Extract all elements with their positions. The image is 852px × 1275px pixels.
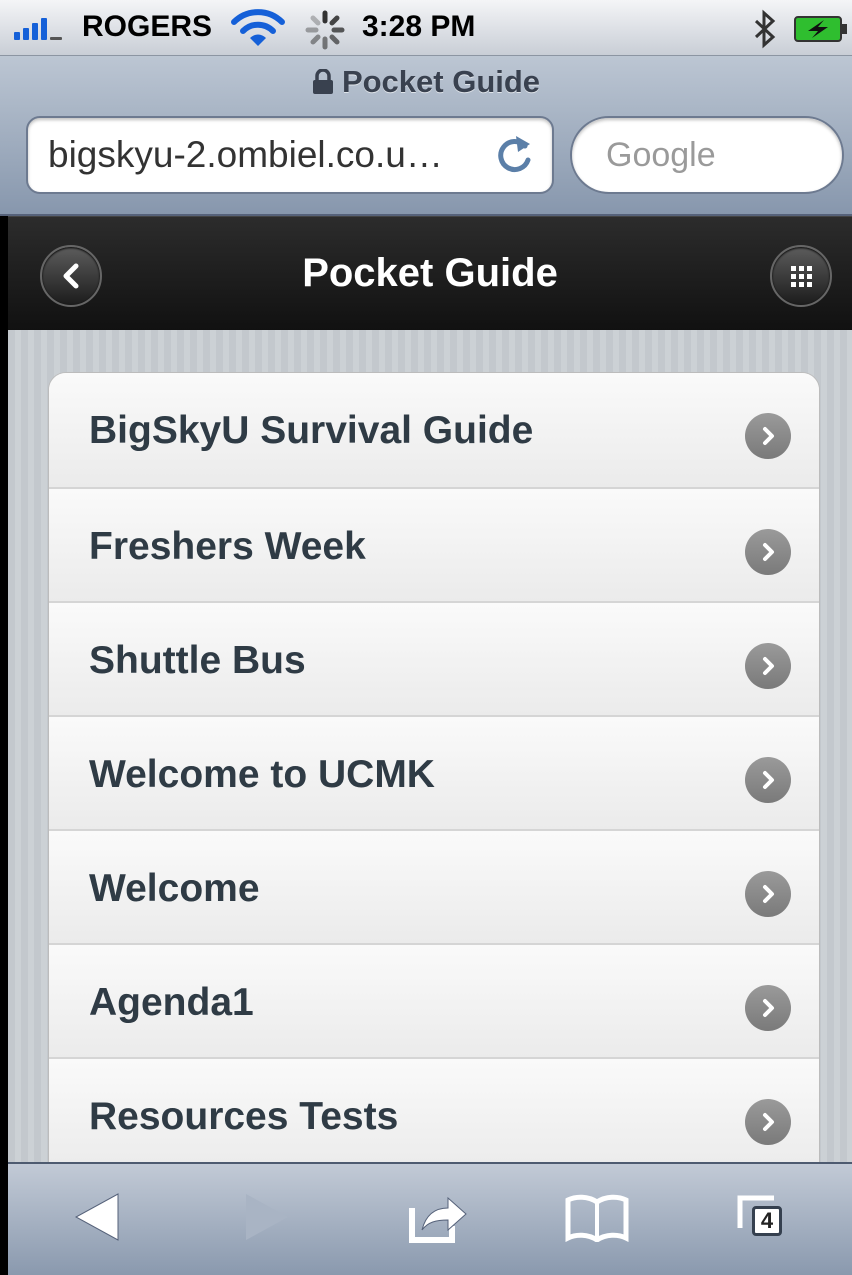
url-field[interactable]: bigskyu-2.ombiel.co.u… <box>26 116 554 194</box>
chevron-right-icon <box>745 757 791 803</box>
tabs-button[interactable]: 4 <box>734 1192 790 1248</box>
grid-menu-icon <box>791 266 812 287</box>
share-icon <box>409 1196 467 1243</box>
content-area: BigSkyU Survival Guide Freshers Week Shu… <box>8 330 852 1162</box>
bookmarks-icon <box>565 1194 629 1242</box>
browser-forward-button[interactable] <box>244 1192 290 1242</box>
app-header: Pocket Guide <box>8 216 852 330</box>
chevron-right-icon <box>745 413 791 459</box>
reload-icon[interactable] <box>494 132 534 185</box>
tabs-count: 4 <box>752 1206 782 1236</box>
url-text: bigskyu-2.ombiel.co.u… <box>48 134 443 175</box>
chevron-right-icon <box>745 643 791 689</box>
chevron-right-icon <box>745 529 791 575</box>
browser-back-button[interactable] <box>74 1192 120 1242</box>
list-item-label: Resources Tests <box>89 1095 399 1138</box>
list-item-label: Freshers Week <box>89 525 366 568</box>
browser-page-title: Pocket Guide <box>0 64 852 103</box>
wifi-icon <box>228 6 288 58</box>
list-item-label: Shuttle Bus <box>89 639 306 682</box>
list-item[interactable]: Shuttle Bus <box>49 603 819 717</box>
list-item[interactable]: Freshers Week <box>49 489 819 603</box>
forward-arrow-icon <box>246 1194 288 1240</box>
share-button[interactable] <box>408 1192 470 1244</box>
chevron-right-icon <box>745 985 791 1031</box>
bookmarks-button[interactable] <box>564 1192 630 1242</box>
search-input[interactable] <box>572 118 842 192</box>
app-title: Pocket Guide <box>302 251 558 295</box>
chevron-right-icon <box>745 871 791 917</box>
lock-icon <box>312 67 334 103</box>
list-item-label: Welcome to UCMK <box>89 753 435 796</box>
bluetooth-icon <box>752 9 778 57</box>
list-item-label: Agenda1 <box>89 981 254 1024</box>
battery-charging-icon <box>794 16 848 50</box>
list-item[interactable]: Welcome <box>49 831 819 945</box>
search-field[interactable] <box>570 116 844 194</box>
guide-list: BigSkyU Survival Guide Freshers Week Shu… <box>48 372 820 1162</box>
list-item-label: BigSkyU Survival Guide <box>89 409 534 452</box>
list-item-label: Welcome <box>89 867 260 910</box>
carrier-name: ROGERS <box>82 10 213 43</box>
grid-menu-button[interactable] <box>770 245 832 307</box>
browser-bottom-toolbar: 4 <box>8 1162 852 1275</box>
status-time: 3:28 PM <box>362 10 476 43</box>
activity-spinner-icon <box>305 10 345 58</box>
list-item[interactable]: BigSkyU Survival Guide <box>49 373 819 489</box>
list-item[interactable]: Welcome to UCMK <box>49 717 819 831</box>
browser-toolbar: Pocket Guide bigskyu-2.ombiel.co.u… <box>0 56 852 216</box>
list-item[interactable]: Resources Tests <box>49 1059 819 1162</box>
browser-title-text: Pocket Guide <box>341 64 541 99</box>
status-bar: ROGERS 3:28 PM <box>0 0 852 56</box>
back-arrow-icon <box>74 1193 119 1241</box>
signal-bars-icon <box>14 16 62 40</box>
list-item[interactable]: Agenda1 <box>49 945 819 1059</box>
chevron-right-icon <box>745 1099 791 1145</box>
